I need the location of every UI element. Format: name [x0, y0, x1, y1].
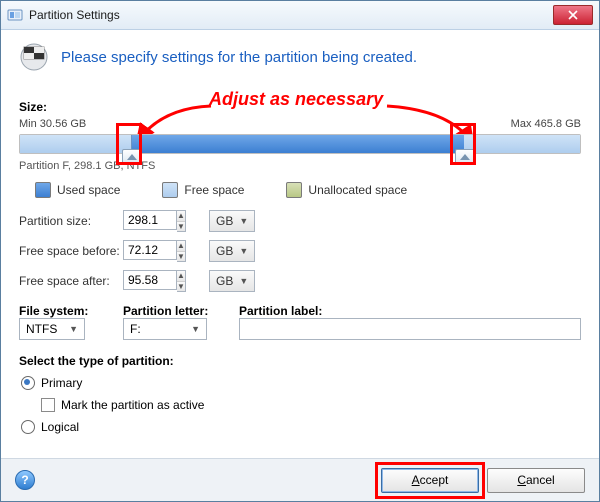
free-after-spinner[interactable]: ▲▼: [177, 270, 186, 292]
free-after-unit[interactable]: GB▼: [209, 270, 255, 292]
free-after-input[interactable]: [123, 270, 177, 290]
partition-size-slider[interactable]: [19, 134, 581, 154]
radio-primary-label: Primary: [41, 376, 82, 390]
partition-size-unit[interactable]: GB▼: [209, 210, 255, 232]
swatch-unallocated: [286, 182, 302, 198]
legend-used-label: Used space: [57, 183, 120, 197]
size-min: Min 30.56 GB: [19, 118, 86, 130]
radio-logical-label: Logical: [41, 420, 79, 434]
help-button[interactable]: ?: [15, 470, 35, 490]
partition-letter-header: Partition letter:: [123, 304, 233, 318]
titlebar: Partition Settings: [1, 1, 599, 30]
partition-label-header: Partition label:: [239, 304, 581, 318]
free-before-spinner[interactable]: ▲▼: [177, 240, 186, 262]
free-before-label: Free space before:: [19, 244, 123, 258]
size-max: Max 465.8 GB: [511, 118, 581, 130]
partition-description: Partition F, 298.1 GB, NTFS: [19, 160, 581, 172]
free-after-label: Free space after:: [19, 274, 123, 288]
legend-free-label: Free space: [184, 183, 244, 197]
swatch-used: [35, 182, 51, 198]
legend-unallocated-label: Unallocated space: [308, 183, 407, 197]
cancel-button[interactable]: Cancel: [487, 468, 585, 493]
app-icon: [7, 7, 23, 23]
checkbox-mark-active-input[interactable]: [41, 398, 55, 412]
file-system-header: File system:: [19, 304, 117, 318]
legend-unallocated: Unallocated space: [286, 182, 407, 198]
radio-primary-input[interactable]: [21, 376, 35, 390]
partition-type-header: Select the type of partition:: [19, 354, 581, 368]
free-before-unit[interactable]: GB▼: [209, 240, 255, 262]
radio-primary[interactable]: Primary: [21, 376, 581, 390]
swatch-free: [162, 182, 178, 198]
partition-letter-select[interactable]: F:▼: [123, 318, 207, 340]
checkbox-mark-active[interactable]: Mark the partition as active: [41, 398, 581, 412]
dialog-footer: ? Accept Cancel: [1, 458, 599, 501]
radio-logical[interactable]: Logical: [21, 420, 581, 434]
size-label: Size:: [19, 100, 581, 114]
file-system-select[interactable]: NTFS▼: [19, 318, 85, 340]
partition-size-input[interactable]: [123, 210, 177, 230]
window-title: Partition Settings: [29, 8, 553, 22]
partition-size-label: Partition size:: [19, 214, 123, 228]
annotation-box-right-handle: [450, 123, 476, 165]
legend: Used space Free space Unallocated space: [19, 182, 581, 198]
free-before-input[interactable]: [123, 240, 177, 260]
instruction-text: Please specify settings for the partitio…: [61, 49, 417, 66]
radio-logical-input[interactable]: [21, 420, 35, 434]
checkbox-mark-active-label: Mark the partition as active: [61, 398, 204, 412]
partition-settings-window: Partition Settings Please specify settin…: [0, 0, 600, 502]
dialog-body: Please specify settings for the partitio…: [1, 30, 599, 458]
legend-used: Used space: [35, 182, 120, 198]
annotation-box-accept: [375, 462, 485, 499]
wizard-icon: [19, 42, 49, 72]
partition-label-input[interactable]: [239, 318, 581, 340]
close-button[interactable]: [553, 5, 593, 25]
legend-free: Free space: [162, 182, 244, 198]
partition-size-spinner[interactable]: ▲▼: [177, 210, 186, 232]
annotation-box-left-handle: [116, 123, 142, 165]
